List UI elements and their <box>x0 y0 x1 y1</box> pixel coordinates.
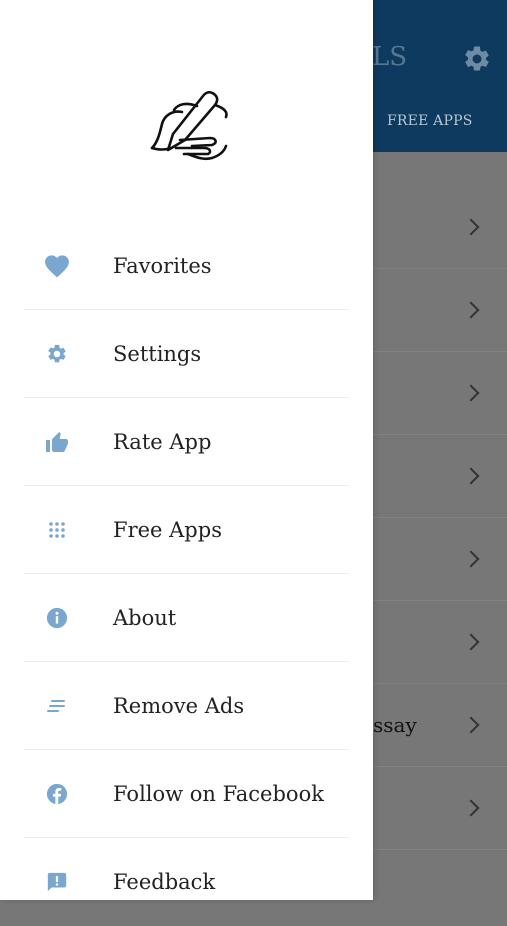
menu-item-label: Remove Ads <box>113 693 245 718</box>
chevron-right-icon <box>462 550 480 568</box>
background-title: LS <box>372 42 408 72</box>
chevron-right-icon <box>462 467 480 485</box>
menu-item-follow-facebook[interactable]: Follow on Facebook <box>24 750 349 838</box>
apps-grid-icon <box>44 517 70 543</box>
menu-item-free-apps[interactable]: Free Apps <box>24 486 349 574</box>
menu-item-label: Follow on Facebook <box>113 781 324 806</box>
menu-item-about[interactable]: About <box>24 574 349 662</box>
menu-item-rate-app[interactable]: Rate App <box>24 398 349 486</box>
list-item[interactable]: ssay <box>373 684 507 767</box>
chevron-right-icon <box>462 633 480 651</box>
gear-icon <box>44 341 70 367</box>
menu-item-label: Free Apps <box>113 517 222 542</box>
menu-item-label: Favorites <box>113 253 212 278</box>
menu-item-label: Feedback <box>113 870 216 894</box>
menu-item-favorites[interactable]: Favorites <box>24 222 349 310</box>
info-icon <box>44 605 70 631</box>
menu-item-feedback[interactable]: Feedback <box>24 838 349 926</box>
feedback-icon <box>44 869 70 895</box>
list-item[interactable] <box>373 186 507 269</box>
chevron-right-icon <box>462 218 480 236</box>
menu-item-label: About <box>113 605 177 630</box>
facebook-icon <box>44 781 70 807</box>
list-item-text: ssay <box>373 713 417 737</box>
thumbs-up-icon <box>44 429 70 455</box>
list-item[interactable] <box>373 269 507 352</box>
list-item[interactable] <box>373 435 507 518</box>
menu-item-remove-ads[interactable]: Remove Ads <box>24 662 349 750</box>
menu-item-label: Rate App <box>113 429 212 454</box>
chevron-right-icon <box>462 716 480 734</box>
gear-icon[interactable] <box>462 44 492 74</box>
list-item[interactable] <box>373 352 507 435</box>
list-item[interactable] <box>373 518 507 601</box>
menu-item-label: Settings <box>113 341 202 366</box>
drawer-menu: Favorites Settings Rate App Free Apps Ab… <box>24 222 349 926</box>
lines-icon <box>44 693 70 719</box>
menu-item-settings[interactable]: Settings <box>24 310 349 398</box>
hand-writing-icon <box>150 90 228 161</box>
chevron-right-icon <box>462 384 480 402</box>
navigation-drawer: Favorites Settings Rate App Free Apps Ab… <box>0 0 373 900</box>
chevron-right-icon <box>462 799 480 817</box>
list-item[interactable] <box>373 767 507 850</box>
heart-icon <box>44 253 70 279</box>
chevron-right-icon <box>462 301 480 319</box>
list-item[interactable] <box>373 601 507 684</box>
tab-free-apps[interactable]: FREE APPS <box>387 113 473 129</box>
